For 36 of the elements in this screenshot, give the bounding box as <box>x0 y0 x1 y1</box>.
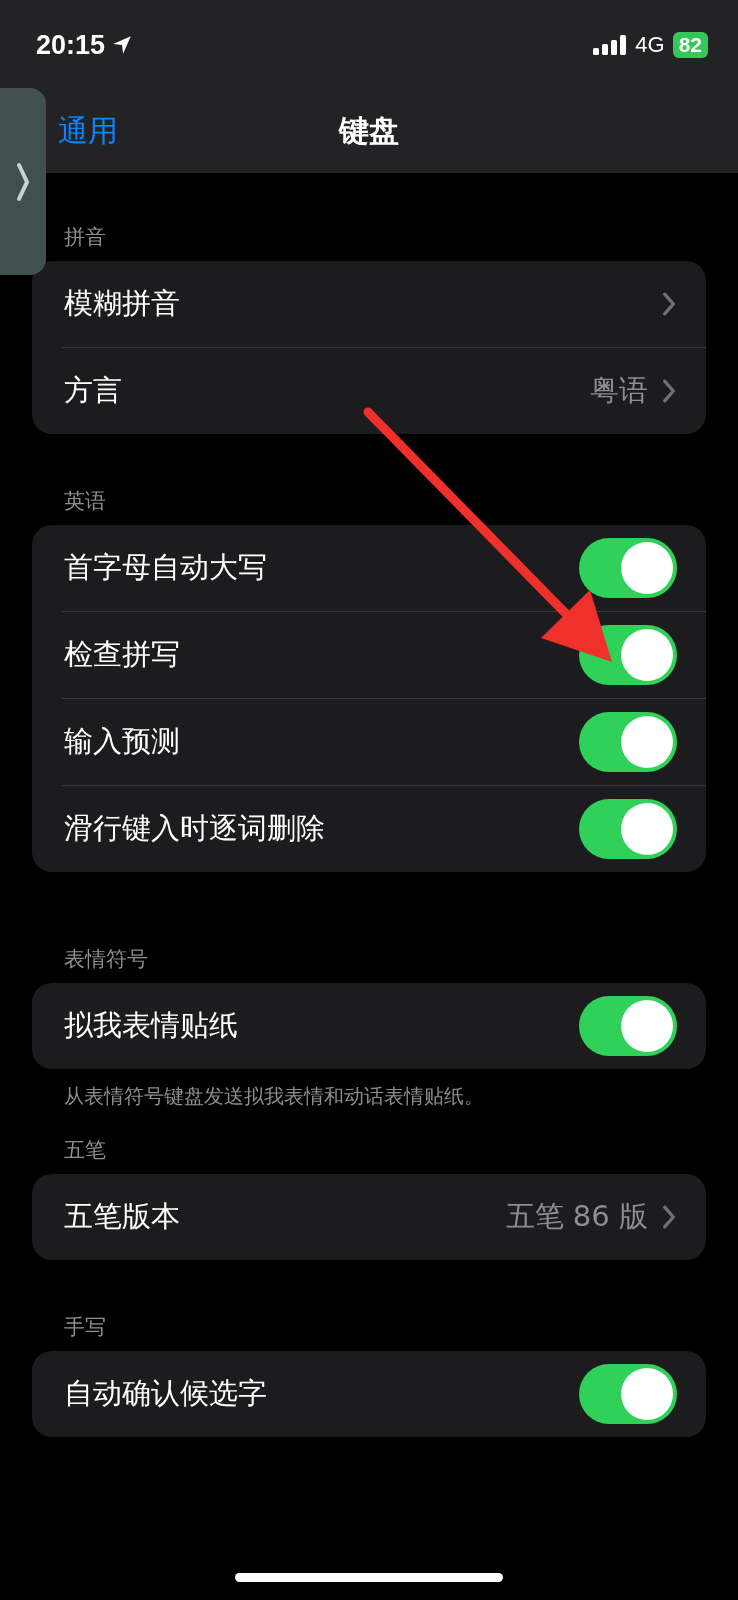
row-label: 滑行键入时逐词删除 <box>64 810 325 847</box>
settings-row[interactable]: 方言 粤语 <box>62 347 706 434</box>
section-footnote: 从表情符号键盘发送拟我表情和动话表情贴纸。 <box>63 1083 485 1110</box>
side-handle[interactable] <box>0 88 46 275</box>
section-header: 五笔 <box>63 1137 107 1164</box>
battery-level: 82 <box>672 32 708 58</box>
chevron-icon <box>662 1205 676 1229</box>
toggle-switch[interactable] <box>579 1364 677 1424</box>
toggle-switch[interactable] <box>579 712 677 772</box>
row-label: 模糊拼音 <box>64 285 180 322</box>
page-title: 键盘 <box>339 112 399 150</box>
row-label: 输入预测 <box>64 723 180 760</box>
clock-time: 20:15 <box>36 29 106 61</box>
section-header: 拼音 <box>63 224 107 251</box>
section-header: 英语 <box>63 488 107 515</box>
toggle-switch[interactable] <box>579 538 677 598</box>
signal-icon <box>593 35 628 55</box>
row-label: 方言 <box>64 372 122 409</box>
row-value: 五笔 86 版 <box>505 1198 648 1235</box>
row-value: 粤语 <box>590 372 648 409</box>
back-link[interactable]: 通用 <box>58 111 118 152</box>
settings-row[interactable]: 模糊拼音 <box>32 261 706 347</box>
section-header: 表情符号 <box>63 946 149 973</box>
row-label: 首字母自动大写 <box>64 549 267 586</box>
chevron-icon <box>662 292 676 316</box>
section-header: 手写 <box>63 1314 107 1341</box>
row-label: 拟我表情贴纸 <box>64 1007 238 1044</box>
network-label: 4G <box>635 32 665 58</box>
settings-row[interactable]: 五笔版本 五笔 86 版 <box>32 1174 706 1260</box>
row-label: 自动确认候选字 <box>64 1375 267 1412</box>
toggle-switch[interactable] <box>579 996 677 1056</box>
location-arrow-icon <box>111 34 134 56</box>
toggle-switch[interactable] <box>579 799 677 859</box>
row-label: 检查拼写 <box>64 636 180 673</box>
row-label: 五笔版本 <box>64 1198 180 1235</box>
chevron-icon <box>662 379 676 403</box>
